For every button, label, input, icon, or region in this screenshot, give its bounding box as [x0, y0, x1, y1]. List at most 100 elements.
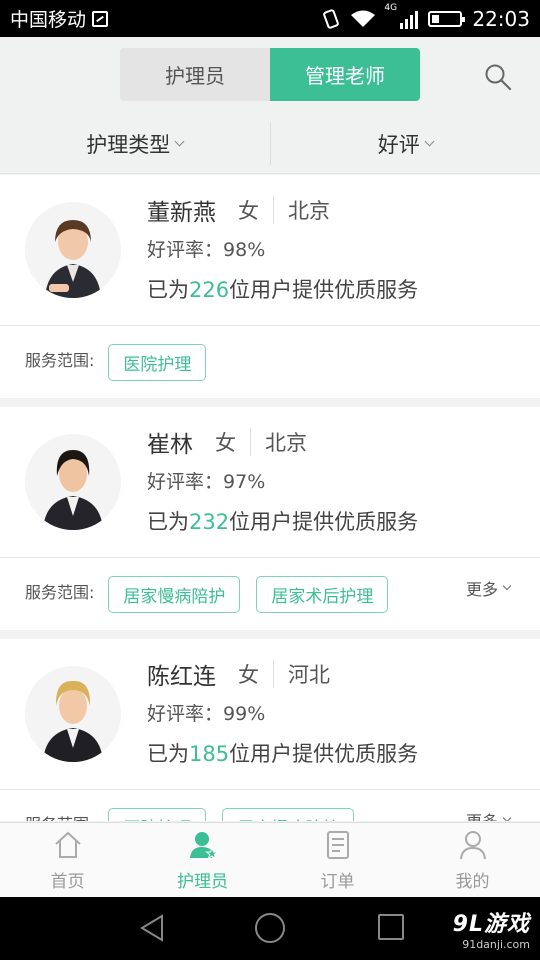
- caregiver-card[interactable]: 陈红连 女 河北 好评率：99% 已为185位用户提供优质服务 服务范围: 医院…: [0, 639, 540, 821]
- rating-value: 97%: [223, 471, 266, 493]
- served-suffix: 位用户提供优质服务: [229, 510, 419, 534]
- caregiver-city: 北京: [265, 431, 307, 455]
- nav-home[interactable]: 首页: [0, 823, 135, 897]
- caregiver-icon: [189, 831, 219, 860]
- watermark-logo: 9L游戏 91danji.com: [430, 906, 530, 954]
- tab-managing-teacher[interactable]: 管理老师: [270, 48, 420, 101]
- caregiver-card-info[interactable]: 陈红连 女 河北 好评率：99% 已为185位用户提供优质服务: [0, 639, 540, 790]
- carrier-area: 中国移动: [10, 5, 109, 32]
- rating-label: 好评率：: [147, 703, 224, 725]
- back-icon[interactable]: [138, 913, 166, 943]
- rating-line: 好评率：98%: [147, 235, 418, 262]
- status-right: 4G 22:03: [322, 3, 530, 31]
- recent-apps-icon[interactable]: [378, 914, 404, 940]
- care-type-filter[interactable]: 护理类型: [0, 114, 270, 173]
- caregiver-info: 陈红连 女 河北 好评率：99% 已为185位用户提供优质服务: [147, 657, 418, 768]
- nav-label: 我的: [455, 871, 490, 892]
- service-scope-row: 服务范围: 医院护理 居家慢病陪护 更多: [0, 790, 540, 821]
- rating-value: 98%: [223, 239, 266, 261]
- caregiver-name: 崔林: [147, 432, 193, 458]
- tab-caregiver[interactable]: 护理员: [120, 48, 270, 101]
- avatar: [25, 666, 121, 762]
- battery-icon: [428, 10, 466, 27]
- name-row: 董新燕 女 北京: [147, 193, 418, 227]
- caregiver-city: 北京: [288, 199, 330, 223]
- more-label: 更多: [466, 808, 498, 821]
- nav-label: 护理员: [177, 871, 228, 892]
- served-prefix: 已为: [147, 278, 189, 302]
- served-count: 232: [189, 510, 230, 534]
- caregiver-gender: 女: [215, 431, 236, 455]
- chevron-down-icon: [502, 813, 512, 821]
- nav-label: 订单: [320, 871, 355, 892]
- profile-icon: [459, 830, 486, 859]
- caregiver-card-info[interactable]: 崔林 女 北京 好评率：97% 已为232位用户提供优质服务: [0, 407, 540, 558]
- order-icon: [326, 830, 349, 859]
- caregiver-city: 河北: [288, 663, 330, 687]
- status-bar: 中国移动 4G 22:03: [0, 0, 540, 37]
- served-line: 已为226位用户提供优质服务: [147, 274, 418, 304]
- clock: 22:03: [472, 6, 530, 31]
- caregiver-card-info[interactable]: 董新燕 女 北京 好评率：98% 已为226位用户提供优质服务: [0, 175, 540, 326]
- network-type: 4G: [384, 2, 398, 13]
- caregiver-card[interactable]: 董新燕 女 北京 好评率：98% 已为226位用户提供优质服务 服务范围: 医院…: [0, 175, 540, 398]
- home-icon: [54, 831, 81, 858]
- name-row: 崔林 女 北京: [147, 425, 418, 459]
- home-button-icon[interactable]: [255, 913, 285, 943]
- carrier-name: 中国移动: [10, 9, 87, 31]
- caregiver-info: 崔林 女 北京 好评率：97% 已为232位用户提供优质服务: [147, 425, 418, 536]
- served-prefix: 已为: [147, 742, 189, 766]
- service-tag: 居家慢病陪护: [108, 575, 241, 613]
- vibrate-icon: [323, 8, 340, 29]
- care-type-label: 护理类型: [86, 132, 171, 157]
- avatar: [25, 202, 121, 298]
- nav-orders[interactable]: 订单: [270, 823, 405, 897]
- chevron-down-icon: [424, 136, 435, 147]
- service-scope-label: 服务范围:: [25, 811, 94, 821]
- chevron-down-icon: [502, 581, 512, 591]
- name-row: 陈红连 女 河北: [147, 657, 418, 691]
- more-label: 更多: [465, 580, 498, 599]
- rating-sort-label: 好评: [377, 132, 420, 157]
- caregiver-gender: 女: [238, 199, 259, 223]
- served-count: 185: [189, 742, 230, 766]
- divider: [250, 428, 251, 456]
- filter-bar: 护理类型 好评: [0, 114, 540, 174]
- image-icon: [92, 10, 109, 27]
- chevron-down-icon: [174, 136, 185, 147]
- rating-label: 好评率：: [147, 239, 224, 261]
- search-icon[interactable]: [484, 63, 512, 91]
- caregiver-name: 陈红连: [147, 664, 216, 690]
- divider: [273, 660, 274, 688]
- service-scope-row: 服务范围: 医院护理: [0, 326, 540, 398]
- role-segmented-control: 护理员 管理老师: [120, 48, 420, 101]
- header: 护理员 管理老师: [0, 37, 540, 114]
- wifi-icon: [351, 10, 376, 27]
- served-suffix: 位用户提供优质服务: [229, 278, 419, 302]
- caregiver-list: 董新燕 女 北京 好评率：98% 已为226位用户提供优质服务 服务范围: 医院…: [0, 175, 540, 821]
- service-scope-label: 服务范围:: [25, 351, 95, 370]
- served-prefix: 已为: [147, 510, 189, 534]
- rating-line: 好评率：97%: [147, 467, 418, 494]
- nav-caregiver[interactable]: 护理员: [135, 823, 270, 897]
- more-button[interactable]: 更多: [465, 576, 512, 600]
- nav-profile[interactable]: 我的: [405, 823, 540, 897]
- bottom-nav: 首页 护理员 订单 我的: [0, 822, 540, 897]
- divider: [273, 196, 274, 224]
- avatar: [25, 434, 121, 530]
- nav-label: 首页: [50, 871, 85, 892]
- served-count: 226: [189, 278, 230, 302]
- service-tag: 医院护理: [108, 807, 207, 821]
- service-scope-label: 服务范围:: [25, 583, 95, 602]
- service-tag: 居家术后护理: [256, 575, 389, 613]
- more-button[interactable]: 更多: [466, 808, 512, 821]
- caregiver-card[interactable]: 崔林 女 北京 好评率：97% 已为232位用户提供优质服务 服务范围: 居家慢…: [0, 407, 540, 630]
- caregiver-name: 董新燕: [147, 200, 216, 226]
- watermark-site: 91danji.com: [462, 938, 530, 951]
- rating-sort-filter[interactable]: 好评: [269, 122, 540, 165]
- caregiver-gender: 女: [238, 663, 259, 687]
- service-tag: 居家慢病陪护: [222, 807, 355, 821]
- served-line: 已为185位用户提供优质服务: [147, 738, 418, 768]
- service-scope-row: 服务范围: 居家慢病陪护 居家术后护理 更多: [0, 558, 540, 630]
- served-line: 已为232位用户提供优质服务: [147, 506, 418, 536]
